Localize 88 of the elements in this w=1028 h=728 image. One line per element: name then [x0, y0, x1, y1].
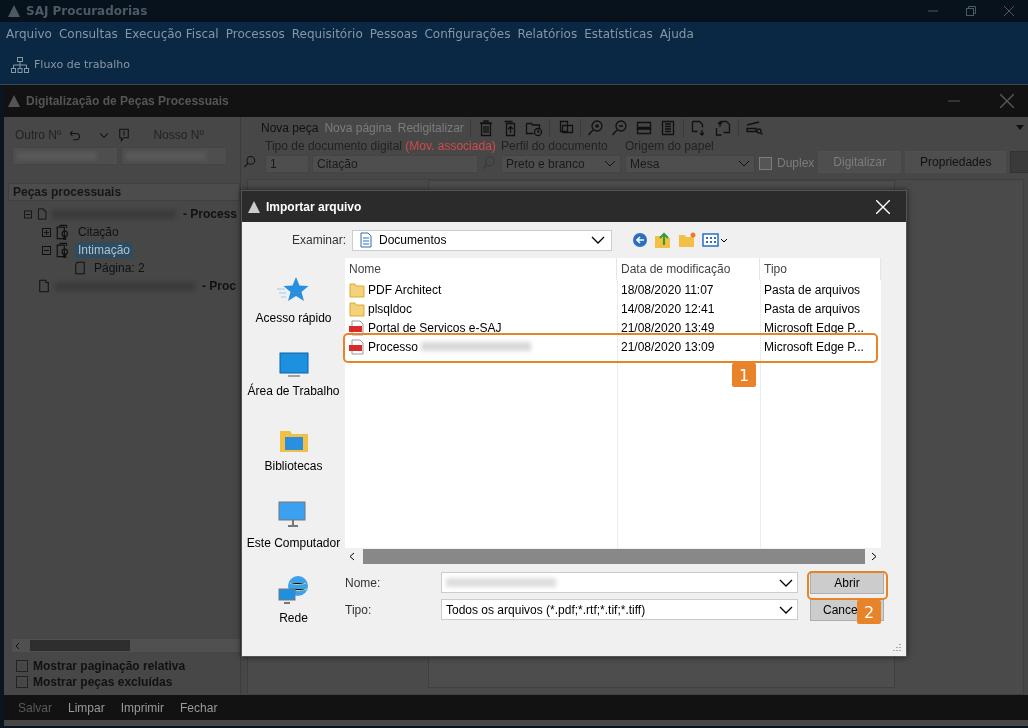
chevron-down-icon[interactable]	[779, 605, 793, 614]
app-title: SAJ Procuradorias	[26, 4, 148, 18]
document-icon[interactable]	[35, 206, 49, 222]
place-label[interactable]: Bibliotecas	[264, 458, 323, 473]
folder-icon[interactable]	[349, 281, 365, 298]
footer-button[interactable]: Imprimir	[120, 700, 165, 715]
restore-icon[interactable]	[966, 6, 976, 16]
info-icon[interactable]	[117, 127, 132, 143]
window-title: Digitalização de Peças Processuais	[26, 94, 229, 108]
new-folder-icon[interactable]	[678, 232, 697, 248]
note-text: (Mov. associada)	[405, 139, 496, 153]
step-badge: 1	[732, 363, 756, 387]
type-cell-text: Pasta de arquivos	[763, 301, 862, 316]
scroll-left-icon[interactable]	[349, 552, 355, 561]
chevron-down-icon[interactable]	[591, 236, 606, 244]
type-cell-text: Pasta de arquivos	[763, 282, 862, 297]
column-header[interactable]: Nome	[345, 258, 617, 280]
place-label[interactable]: Este Computador	[246, 535, 341, 550]
place-label[interactable]: Rede	[279, 610, 308, 625]
zoom-in-icon[interactable]	[586, 119, 605, 137]
field-label: Nome:	[345, 575, 382, 590]
zoom-out-icon[interactable]	[610, 119, 629, 137]
place-label[interactable]: Área de Trabalho	[247, 383, 340, 398]
menu-item[interactable]: Processos	[225, 26, 285, 41]
computer-icon[interactable]	[278, 499, 309, 530]
dropdown[interactable]: Documentos	[352, 229, 613, 251]
chevron-down-icon[interactable]	[779, 578, 793, 587]
tree-item[interactable]: Intimação	[75, 242, 134, 258]
step-badge: 2	[857, 600, 881, 624]
rotate-left-icon[interactable]	[713, 119, 732, 137]
footer-button[interactable]: Fechar	[180, 700, 218, 715]
menu-item[interactable]: Arquivo	[6, 26, 52, 41]
logo-icon	[8, 5, 20, 17]
date-cell-text: 21/08/2020 13:09	[620, 339, 716, 354]
file-name[interactable]: Processo	[368, 339, 419, 354]
folder-up-icon[interactable]	[654, 231, 673, 249]
column-header[interactable]: Tipo	[760, 258, 881, 280]
checkbox[interactable]	[16, 660, 28, 672]
open-button[interactable]: Abrir	[810, 571, 884, 594]
collapse-icon[interactable]	[42, 245, 51, 255]
menu-item[interactable]: Ajuda	[659, 26, 694, 41]
document-icon[interactable]	[37, 278, 51, 294]
pdf-file-icon[interactable]	[349, 338, 365, 355]
logo-icon	[248, 200, 260, 213]
date-cell-text: 14/08/2020 12:41	[620, 301, 716, 316]
toolbar-button[interactable]: Fluxo de trabalho	[34, 58, 131, 71]
undo-icon[interactable]	[67, 128, 82, 142]
stamp-document-icon[interactable]	[55, 242, 71, 258]
menu-item[interactable]: Configurações	[424, 26, 511, 41]
resize-grip-icon[interactable]	[892, 642, 902, 652]
document-icon	[359, 232, 374, 248]
scanner-icon[interactable]	[744, 119, 763, 137]
view-menu-icon[interactable]	[702, 232, 729, 248]
pdf-file-icon[interactable]	[349, 319, 365, 336]
column-header[interactable]: Data de modificação	[617, 258, 760, 280]
collapse-icon[interactable]	[24, 209, 32, 219]
org-chart-icon[interactable]	[10, 55, 30, 74]
search-icon[interactable]	[243, 155, 257, 169]
horizontal-scrollbar[interactable]	[12, 639, 240, 652]
field-label: Examinar:	[292, 233, 347, 247]
file-name[interactable]: PDF Architect	[368, 282, 442, 297]
expand-icon[interactable]	[42, 227, 51, 237]
network-icon[interactable]	[277, 574, 310, 605]
file-name[interactable]: plsqldoc	[368, 301, 413, 316]
back-icon[interactable]	[632, 232, 649, 248]
type-cell-text: Microsoft Edge P...	[763, 339, 865, 354]
file-name[interactable]: Portal de Servicos e-SAJ	[368, 320, 502, 335]
menu-item[interactable]: Execução Fiscal	[124, 26, 219, 41]
logo-icon	[8, 95, 20, 107]
place-label[interactable]: Acesso rápido	[255, 310, 332, 325]
fit-width-icon[interactable]	[634, 119, 653, 137]
stamp-document-icon[interactable]	[55, 224, 71, 240]
dropdown-arrow-icon[interactable]	[1016, 125, 1025, 131]
monitor-icon[interactable]	[278, 351, 309, 378]
dialog-title: Importar arquivo	[266, 199, 362, 214]
menu-item[interactable]: Requisitório	[291, 26, 363, 41]
checkbox[interactable]	[16, 676, 28, 688]
date-cell-text: 21/08/2020 13:49	[620, 320, 716, 335]
date-cell-text: 18/08/2020 11:07	[620, 282, 715, 297]
menu-item[interactable]: Consultas	[58, 26, 118, 41]
footer-button[interactable]: Limpar	[68, 700, 105, 715]
scroll-right-icon[interactable]	[871, 552, 877, 561]
menu-item[interactable]: Estatísticas	[584, 26, 653, 41]
field-label: Tipo:	[345, 602, 373, 617]
dropdown[interactable]: Todos os arquivos (*.pdf;*.rtf;*.tif;*.tiff)	[441, 599, 798, 620]
menu-item[interactable]: Pessoas	[369, 26, 418, 41]
menu-item[interactable]: Relatórios	[517, 26, 578, 41]
page-icon[interactable]	[73, 260, 87, 276]
